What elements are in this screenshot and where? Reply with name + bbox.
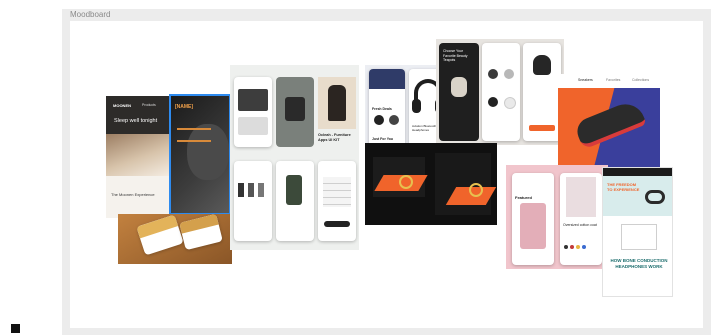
color-swatch-4[interactable] <box>582 245 586 249</box>
pillow-footer <box>106 176 170 218</box>
sneaker-tabs-bar: Sneakers Favorites Collections <box>558 74 660 88</box>
frame-title[interactable]: Moodboard <box>70 10 110 19</box>
moodboard-frame: Moodboard MOONEN Products Sleep well ton… <box>62 9 711 335</box>
headphones-phone-1: Fresh Deals Just For You <box>369 69 405 151</box>
bone-section-heading: HOW BONE CONDUCTION HEADPHONES WORK <box>610 258 668 269</box>
cosmetics-phone-3 <box>318 161 356 241</box>
pillow-heading: Sleep well tonight <box>114 118 158 124</box>
scooter-wheel-1 <box>399 175 413 189</box>
scooter-wheel-2 <box>469 183 483 197</box>
tab-favorites[interactable]: Favorites <box>606 78 620 82</box>
tab-collections[interactable]: Collections <box>632 78 649 82</box>
table-phone-1 <box>136 214 184 256</box>
furniture-phone-2 <box>276 77 314 147</box>
furniture-phone-1 <box>234 77 272 147</box>
sneaker-shop-shot[interactable]: Sneakers Favorites Collections <box>558 74 660 167</box>
pillow-footer-heading: The Moonen Experience <box>111 192 155 197</box>
fashion-featured-title: Featured <box>515 195 532 200</box>
table-phone-2 <box>179 214 223 251</box>
bone-conduction-shot[interactable]: THE FREEDOM TO EXPERIENCE HOW BONE CONDU… <box>602 167 673 297</box>
teapot-phone-1: Choose Your Favorite Beauty Teapots <box>439 43 479 141</box>
teapot-phone-2 <box>482 43 520 141</box>
tab-sneakers[interactable]: Sneakers <box>578 78 593 82</box>
teapot-shop-shot[interactable]: Choose Your Favorite Beauty Teapots <box>436 39 564 145</box>
pillow-landing-shot[interactable]: MOONEN Products Sleep well tonight The M… <box>106 96 170 218</box>
color-swatch-1[interactable] <box>564 245 568 249</box>
portrait-text-lines <box>177 128 211 142</box>
fashion-app-shot[interactable]: Featured Oversized cotton coat <box>506 165 608 269</box>
portrait-badge: [NAME] <box>175 104 194 110</box>
color-swatch-3[interactable] <box>576 245 580 249</box>
furniture-app-kit-shot[interactable]: Ocleah - Furniture Apps UI KIT <box>230 65 359 250</box>
fashion-phone-2: Oversized cotton coat <box>560 173 602 265</box>
color-swatch-2[interactable] <box>570 245 574 249</box>
pillow-nav: Products <box>142 103 156 107</box>
bone-diagram <box>621 224 657 250</box>
headphones-deals-title: Fresh Deals <box>372 107 392 111</box>
cosmetics-phone-2 <box>276 161 314 241</box>
headphones-foryou-title: Just For You <box>372 137 394 141</box>
resize-handle[interactable] <box>11 324 20 333</box>
teapot-phone-3 <box>523 43 561 141</box>
moodboard-canvas: MOONEN Products Sleep well tonight The M… <box>70 21 703 328</box>
fashion-phone-1: Featured <box>512 173 554 265</box>
pillow-brand: MOONEN <box>113 103 131 108</box>
cosmetics-phone-1 <box>234 161 272 241</box>
bone-hero: THE FREEDOM TO EXPERIENCE <box>603 176 672 216</box>
portrait-shot[interactable]: [NAME] <box>169 94 231 215</box>
dark-scooter-shot[interactable] <box>365 143 497 225</box>
teapot-title: Choose Your Favorite Beauty Teapots <box>443 49 468 62</box>
furniture-chair-photo <box>318 77 356 129</box>
scooter-panel-2 <box>435 153 491 215</box>
furniture-kit-title: Ocleah - Furniture Apps UI KIT <box>318 133 351 142</box>
bone-topbar <box>603 168 672 176</box>
fashion-product-name: Oversized cotton coat <box>563 223 597 227</box>
sleeping-man-image <box>106 134 170 176</box>
phones-on-table-shot[interactable] <box>118 214 232 264</box>
bone-hero-title: THE FREEDOM TO EXPERIENCE <box>607 182 640 192</box>
